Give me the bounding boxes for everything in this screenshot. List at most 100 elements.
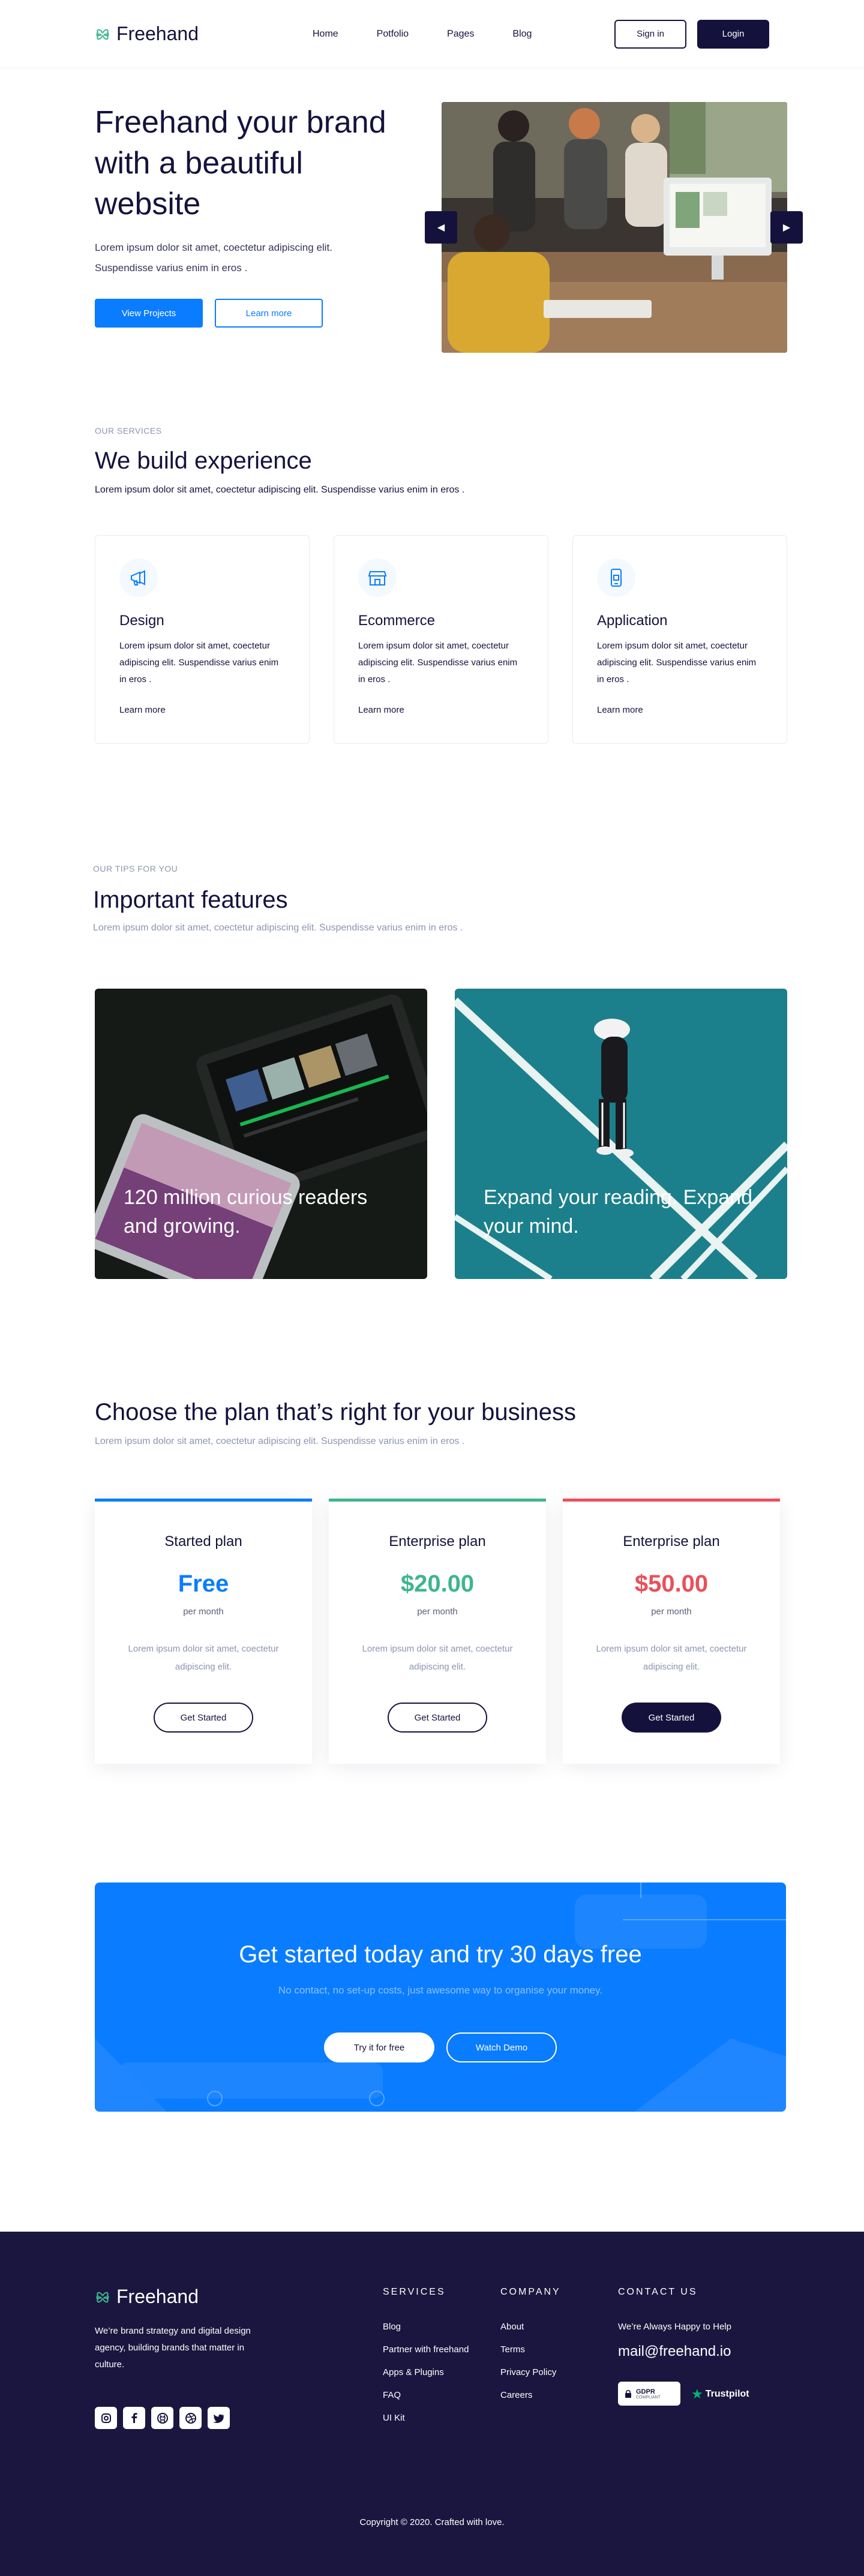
twitter-icon[interactable] — [208, 2407, 230, 2429]
learn-more-button[interactable]: Learn more — [215, 299, 323, 328]
login-button[interactable]: Login — [697, 19, 769, 49]
footer-company-title: COMPANY — [500, 2287, 561, 2297]
footer-link[interactable]: Privacy Policy — [500, 2367, 556, 2390]
plan-accent-bar — [563, 1499, 780, 1502]
footer-link[interactable]: FAQ — [383, 2390, 469, 2413]
cta-subtitle: No contact, no set-up costs, just awesom… — [278, 1984, 603, 1996]
plan-accent-bar — [329, 1499, 546, 1502]
plan-price: $20.00 — [400, 1571, 475, 1597]
office-team-photo-icon — [442, 102, 787, 353]
service-title: Application — [597, 613, 668, 629]
plan-period: per month — [417, 1607, 458, 1617]
footer-services-title: SERVICES — [383, 2287, 446, 2297]
hero-image — [442, 102, 787, 353]
footer-link[interactable]: UI Kit — [383, 2413, 469, 2436]
triangle-right-icon: ▶ — [782, 223, 791, 233]
lock-icon — [625, 2389, 631, 2398]
get-started-button[interactable]: Get Started — [154, 1703, 253, 1733]
brand-name: Freehand — [116, 23, 199, 44]
feature-text: Expand your reading. Expand your mind. — [484, 1186, 752, 1238]
service-text: Lorem ipsum dolor sit amet, coectetur ad… — [597, 641, 757, 684]
trustpilot-label: Trustpilot — [705, 2389, 749, 2399]
plan-description: Lorem ipsum dolor sit amet, coectetur ad… — [128, 1644, 279, 1672]
brand-logo[interactable]: Freehand — [95, 23, 199, 45]
nav-blog[interactable]: Blog — [512, 29, 532, 40]
feature-text: 120 million curious readers and growing. — [124, 1186, 368, 1238]
carousel-prev-button[interactable]: ◀ — [425, 211, 457, 244]
github-icon[interactable] — [151, 2407, 173, 2429]
cta-title: Get started today and try 30 days free — [239, 1941, 642, 1968]
footer-services-links: Blog Partner with freehand Apps & Plugin… — [383, 2322, 469, 2436]
main-nav: Home Potfolio Pages Blog — [313, 29, 532, 40]
clover-logo-icon — [96, 2292, 109, 2302]
plan-period: per month — [183, 1607, 224, 1617]
hero-subtitle: Lorem ipsum dolor sit amet, coectetur ad… — [95, 242, 332, 274]
get-started-button[interactable]: Get Started — [622, 1703, 721, 1733]
try-free-button[interactable]: Try it for free — [324, 2032, 434, 2062]
instagram-icon[interactable] — [95, 2407, 117, 2429]
gdpr-sublabel: COMPLIANT — [636, 2395, 661, 2400]
footer-contact-title: CONTACT US — [618, 2287, 698, 2297]
features-subtitle: Lorem ipsum dolor sit amet, coectetur ad… — [93, 923, 463, 933]
watch-demo-button[interactable]: Watch Demo — [446, 2032, 557, 2062]
nav-pages[interactable]: Pages — [447, 29, 474, 40]
contact-note: We’re Always Happy to Help — [618, 2322, 731, 2332]
cta-decoration — [95, 1883, 786, 2112]
plan-period: per month — [651, 1607, 692, 1617]
facebook-icon[interactable] — [123, 2407, 145, 2429]
plan-card-enterprise-50: Enterprise plan $50.00 per month Lorem i… — [563, 1499, 780, 1764]
footer-link[interactable]: Careers — [500, 2390, 556, 2413]
cta-banner: Get started today and try 30 days free N… — [95, 1883, 786, 2112]
hero-actions: View Projects Learn more — [95, 299, 323, 328]
footer-link[interactable]: Apps & Plugins — [383, 2367, 469, 2390]
contact-email-link[interactable]: mail@freehand.io — [618, 2343, 731, 2360]
footer-brand-name: Freehand — [116, 2286, 199, 2307]
plan-name: Enterprise plan — [389, 1533, 486, 1550]
store-icon — [358, 559, 397, 597]
feature-card-mind[interactable]: Expand your reading. Expand your mind. — [455, 989, 787, 1279]
trustpilot-badge: ★ Trustpilot — [691, 2386, 749, 2402]
header-actions: Sign in Login — [614, 19, 769, 49]
footer-about: We’re brand strategy and digital design … — [95, 2326, 251, 2370]
gdpr-label: GDPR — [636, 2388, 655, 2395]
site-header: Freehand Home Potfolio Pages Blog Sign i… — [0, 0, 864, 68]
plan-card-started: Started plan Free per month Lorem ipsum … — [95, 1499, 312, 1764]
view-projects-button[interactable]: View Projects — [95, 299, 203, 328]
pricing-title: Choose the plan that’s right for your bu… — [95, 1399, 576, 1425]
plan-price: Free — [178, 1571, 229, 1597]
nav-portfolio[interactable]: Potfolio — [377, 29, 409, 40]
footer-brand-logo[interactable]: Freehand — [95, 2286, 199, 2308]
service-learn-more-link[interactable]: Learn more — [358, 705, 404, 715]
footer-link[interactable]: Blog — [383, 2322, 469, 2344]
service-text: Lorem ipsum dolor sit amet, coectetur ad… — [358, 641, 518, 684]
megaphone-icon — [119, 559, 158, 597]
service-card-application: Application Lorem ipsum dolor sit amet, … — [572, 535, 787, 744]
plan-name: Enterprise plan — [623, 1533, 720, 1550]
carousel-next-button[interactable]: ▶ — [770, 211, 803, 244]
gdpr-badge: GDPR COMPLIANT — [618, 2382, 680, 2406]
feature-card-readers[interactable]: 120 million curious readers and growing. — [95, 989, 427, 1279]
social-links — [95, 2407, 230, 2429]
footer-link[interactable]: Terms — [500, 2344, 556, 2367]
service-title: Design — [119, 613, 164, 629]
cta-actions: Try it for free Watch Demo — [95, 2032, 786, 2062]
service-text: Lorem ipsum dolor sit amet, coectetur ad… — [119, 641, 279, 684]
service-card-ecommerce: Ecommerce Lorem ipsum dolor sit amet, co… — [334, 535, 548, 744]
plan-name: Started plan — [164, 1533, 242, 1550]
plan-description: Lorem ipsum dolor sit amet, coectetur ad… — [596, 1644, 747, 1672]
footer-link[interactable]: About — [500, 2322, 556, 2344]
pricing-subtitle: Lorem ipsum dolor sit amet, coectetur ad… — [95, 1436, 465, 1446]
footer-company-links: About Terms Privacy Policy Careers — [500, 2322, 556, 2413]
nav-home[interactable]: Home — [313, 29, 338, 40]
dribbble-icon[interactable] — [179, 2407, 202, 2429]
get-started-button[interactable]: Get Started — [388, 1703, 487, 1733]
footer-link[interactable]: Partner with freehand — [383, 2344, 469, 2367]
signin-button[interactable]: Sign in — [614, 19, 686, 49]
service-learn-more-link[interactable]: Learn more — [119, 705, 166, 715]
plan-description: Lorem ipsum dolor sit amet, coectetur ad… — [362, 1644, 513, 1672]
plan-price: $50.00 — [634, 1571, 709, 1597]
triangle-left-icon: ◀ — [437, 223, 445, 233]
services-eyebrow: OUR SERVICES — [95, 426, 162, 436]
features-eyebrow: OUR TIPS FOR YOU — [93, 864, 178, 873]
service-learn-more-link[interactable]: Learn more — [597, 705, 643, 715]
